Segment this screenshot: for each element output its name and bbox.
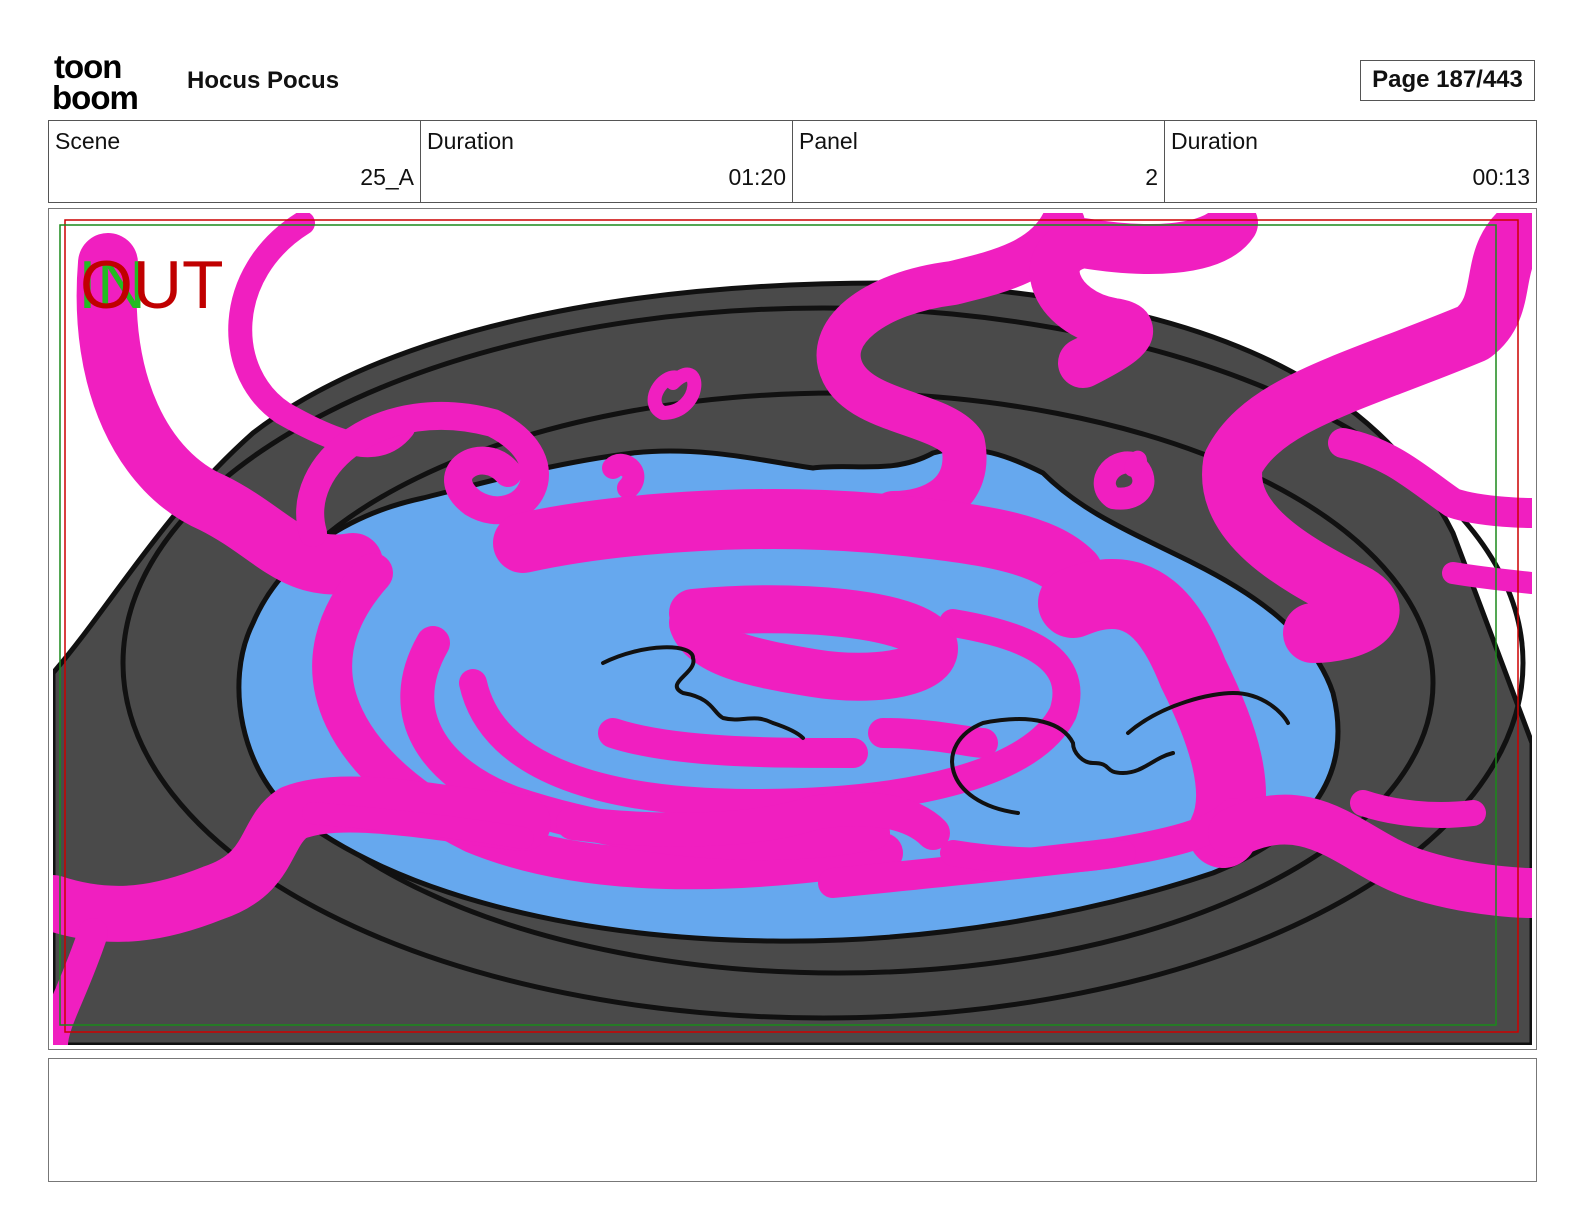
storyboard-panel: IN OUT [48,208,1537,1050]
panel-value: 2 [1145,164,1158,190]
logo-line-2: boom [52,79,138,112]
scene-info-table: Scene 25_A Duration 01:20 Panel 2 Durati… [48,120,1537,203]
dialogue-notes-box [48,1058,1537,1182]
scene-value: 25_A [360,164,414,190]
scene-duration-value: 01:20 [728,164,786,190]
panel-duration-value: 00:13 [1472,164,1530,190]
scene-duration-cell: Duration 01:20 [420,121,792,202]
panel-cell: Panel 2 [792,121,1164,202]
scene-duration-label: Duration [427,128,514,154]
panel-artwork: IN OUT [53,213,1532,1045]
toonboom-logo: toon boom [52,50,139,112]
panel-label: Panel [799,128,858,154]
panel-duration-cell: Duration 00:13 [1164,121,1536,202]
scene-cell: Scene 25_A [49,121,420,202]
project-title: Hocus Pocus [187,67,340,94]
page-number: Page 187/443 [1360,60,1535,101]
panel-duration-label: Duration [1171,128,1258,154]
scene-label: Scene [55,128,121,154]
out-marker: OUT [80,247,224,323]
